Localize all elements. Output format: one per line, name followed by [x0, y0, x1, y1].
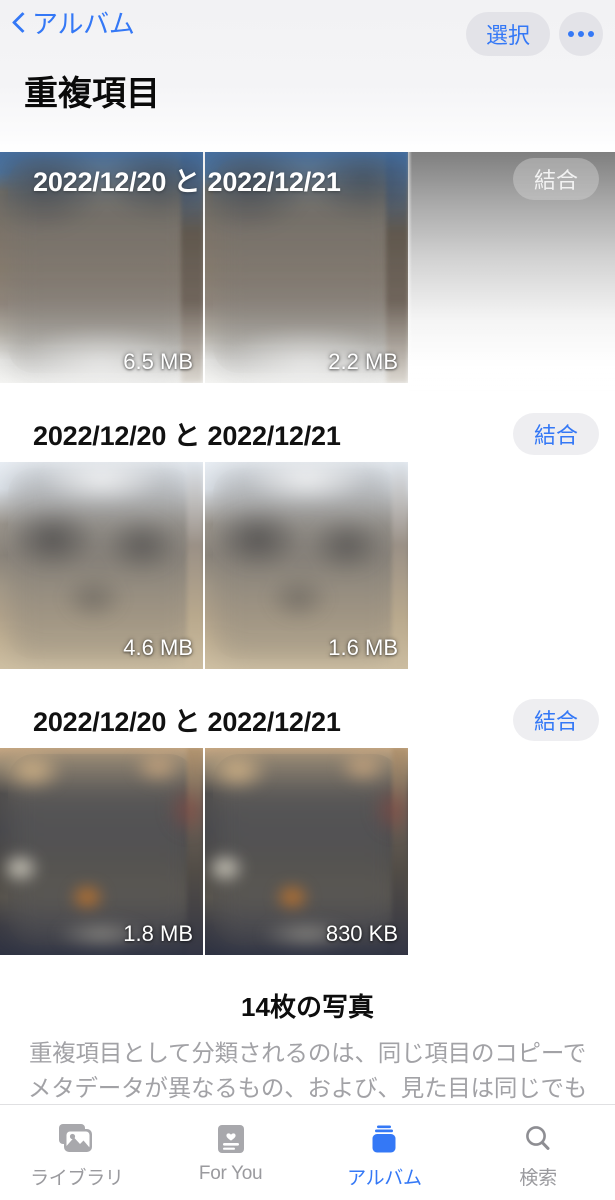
photo-thumbnail[interactable]: 1.8 MB	[0, 748, 203, 955]
merge-button[interactable]: 結合	[512, 158, 599, 200]
back-button-label: アルバム	[32, 9, 135, 39]
tab-search[interactable]: 検索	[461, 1105, 615, 1190]
blur-overlay	[8, 754, 195, 945]
group-header: 2022/12/20 と 2022/12/21 結合	[0, 691, 615, 748]
thumbnail-row: 1.8 MB 830 KB	[0, 748, 615, 955]
ellipsis-icon	[568, 31, 574, 37]
photos-duplicates-screen: アルバム 選択 重複項目 6.5 MB 2.2 MB 2022/12/20 と …	[0, 0, 615, 1200]
photo-thumbnail[interactable]: 4.6 MB	[0, 462, 203, 669]
blur-overlay	[213, 468, 400, 659]
ellipsis-icon	[578, 31, 584, 37]
tab-albums-label: アルバム	[347, 1168, 422, 1189]
duplicate-group: 2022/12/20 と 2022/12/21 結合 1.8 MB 830 KB	[0, 691, 615, 955]
chevron-left-icon	[12, 11, 27, 37]
nav-actions: 選択	[465, 12, 603, 56]
tab-library[interactable]: ライブラリ	[0, 1105, 154, 1190]
group-header: 2022/12/20 と 2022/12/21 結合	[0, 152, 615, 206]
duplicate-group: 2022/12/20 と 2022/12/21 結合 4.6 MB 1.6 MB	[0, 405, 615, 669]
merge-button[interactable]: 結合	[512, 698, 599, 741]
for-you-card-icon	[214, 1118, 248, 1160]
duplicates-description: 重複項目として分類されるのは、同じ項目のコピーでメタデータが異なるもの、および、…	[27, 1040, 588, 1101]
photo-size-label: 2.2 MB	[328, 349, 398, 374]
photo-size-label: 4.6 MB	[123, 635, 193, 660]
photo-thumbnail[interactable]: 830 KB	[205, 748, 408, 955]
tab-for-you-label: For You	[198, 1163, 263, 1184]
blur-overlay	[8, 468, 195, 659]
back-button[interactable]: アルバム	[12, 10, 135, 38]
more-options-button[interactable]	[559, 12, 603, 56]
nav-top-row: アルバム 選択	[0, 0, 615, 68]
photo-stack-icon	[57, 1118, 97, 1160]
group-date-title: 2022/12/20 と 2022/12/21	[33, 421, 341, 451]
blur-overlay	[213, 754, 400, 945]
photo-size-label: 6.5 MB	[123, 349, 193, 374]
merge-button[interactable]: 結合	[512, 412, 599, 455]
tab-for-you[interactable]: For You	[154, 1105, 308, 1185]
tab-albums[interactable]: アルバム	[308, 1105, 462, 1190]
select-button[interactable]: 選択	[465, 12, 550, 56]
duplicate-group: 6.5 MB 2.2 MB 2022/12/20 と 2022/12/21 結合	[0, 152, 615, 392]
photo-count-label: 14枚の写真	[241, 992, 374, 1022]
tab-library-label: ライブラリ	[30, 1168, 124, 1189]
tab-search-label: 検索	[519, 1168, 557, 1189]
albums-stack-icon	[367, 1118, 401, 1160]
photo-size-label: 1.6 MB	[328, 635, 398, 660]
list-footer: 14枚の写真 重複項目として分類されるのは、同じ項目のコピーでメタデータが異なる…	[0, 955, 615, 1104]
group-header: 2022/12/20 と 2022/12/21 結合	[0, 405, 615, 462]
duplicates-list[interactable]: 6.5 MB 2.2 MB 2022/12/20 と 2022/12/21 結合	[0, 152, 615, 1104]
thumbnail-row: 4.6 MB 1.6 MB	[0, 462, 615, 669]
group-date-title: 2022/12/20 と 2022/12/21	[33, 166, 341, 197]
ellipsis-icon	[588, 31, 594, 37]
photo-thumbnail[interactable]: 1.6 MB	[205, 462, 408, 669]
photo-size-label: 1.8 MB	[123, 921, 193, 946]
tab-bar: ライブラリ For You アルバム 検索	[0, 1104, 615, 1200]
search-icon	[521, 1118, 555, 1160]
page-title: 重複項目	[24, 75, 160, 113]
group-date-title: 2022/12/20 と 2022/12/21	[33, 707, 341, 737]
photo-size-label: 830 KB	[325, 921, 398, 946]
navigation-bar: アルバム 選択 重複項目	[0, 0, 615, 152]
